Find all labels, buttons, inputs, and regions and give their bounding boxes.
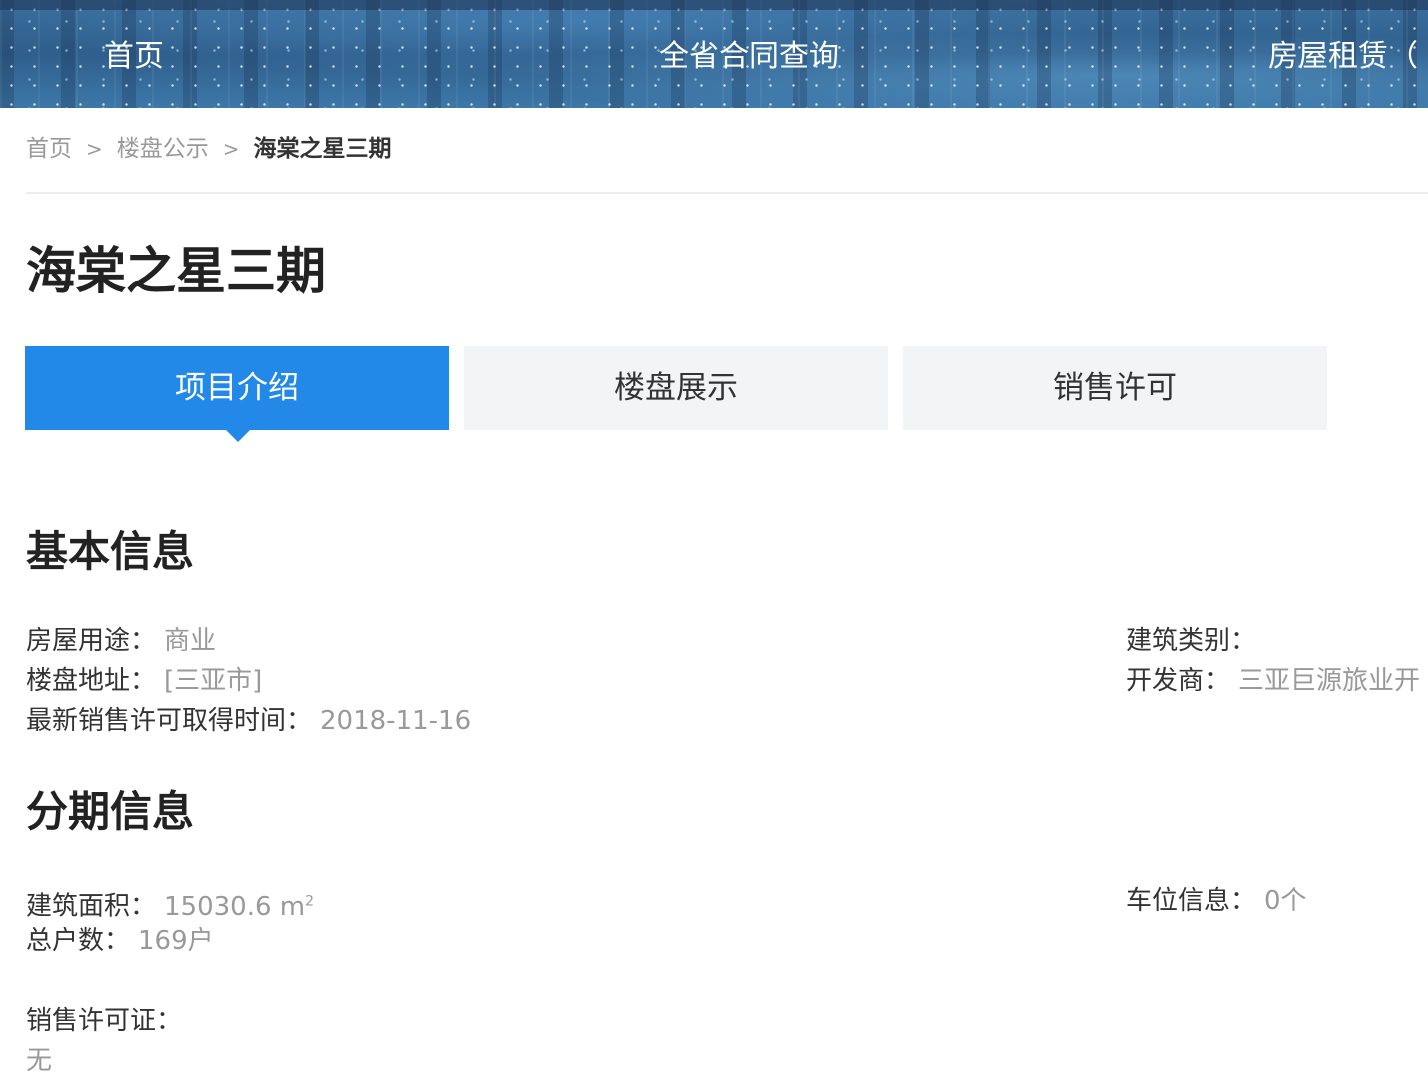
nav-item-contract-query[interactable]: 全省合同查询 [659,37,839,77]
field-floor-area-label: 建筑面积： [26,891,157,922]
banner-top-strip [0,0,1428,10]
field-permit-time: 最新销售许可取得时间： 2018-11-16 [26,701,471,741]
field-parking-label: 车位信息： [1126,886,1257,916]
field-address-value: [三亚市] [164,666,263,696]
section-title-phase-info: 分期信息 [26,787,195,836]
field-building-type-label: 建筑类别： [1126,626,1257,656]
field-permit-time-label: 最新销售许可取得时间： [26,706,313,736]
field-households-value: 169户 [138,926,214,956]
field-developer-value: 三亚巨源旅业开 [1238,666,1421,696]
field-parking-value: 0个 [1264,886,1307,916]
field-usage-value: 商业 [164,626,217,656]
field-households: 总户数： 169户 [26,921,214,961]
field-sales-license-value: 无 [26,1046,53,1076]
floor-area-unit-superscript: 2 [305,893,315,909]
header-divider [26,192,1428,194]
tab-listing-display[interactable]: 楼盘展示 [464,346,888,430]
field-developer: 开发商： 三亚巨源旅业开 [1126,661,1428,701]
field-sales-license-label: 销售许可证： [26,1006,183,1036]
field-usage: 房屋用途： 商业 [26,621,216,661]
field-address-label: 楼盘地址： [26,666,157,696]
breadcrumb-current: 海棠之星三期 [253,136,392,162]
breadcrumb-separator: > [222,137,240,161]
field-parking: 车位信息： 0个 [1126,881,1307,921]
field-building-type: 建筑类别： [1126,621,1264,661]
tab-sales-permit[interactable]: 销售许可 [903,346,1327,430]
breadcrumb: 首页 > 楼盘公示 > 海棠之星三期 [26,131,392,167]
floor-area-number: 15030.6 m [164,891,306,922]
active-tab-pointer [226,430,250,442]
field-floor-area: 建筑面积： 15030.6 m2 [26,881,314,927]
breadcrumb-listings-link[interactable]: 楼盘公示 [117,136,209,162]
field-address: 楼盘地址： [三亚市] [26,661,262,701]
breadcrumb-separator: > [86,137,103,161]
section-title-basic-info: 基本信息 [26,527,195,576]
field-households-label: 总户数： [26,926,131,956]
field-developer-label: 开发商： [1126,666,1231,696]
top-nav-banner: 首页 全省合同查询 房屋租赁（ [0,0,1428,108]
nav-item-rental[interactable]: 房屋租赁（ [1268,37,1418,77]
field-floor-area-value: 15030.6 m2 [164,892,314,922]
nav-item-home[interactable]: 首页 [104,37,164,77]
field-usage-label: 房屋用途： [26,626,157,656]
breadcrumb-home-link[interactable]: 首页 [26,136,72,162]
tab-project-intro[interactable]: 项目介绍 [25,346,449,430]
page-title: 海棠之星三期 [26,242,326,300]
field-permit-time-value: 2018-11-16 [320,706,472,736]
